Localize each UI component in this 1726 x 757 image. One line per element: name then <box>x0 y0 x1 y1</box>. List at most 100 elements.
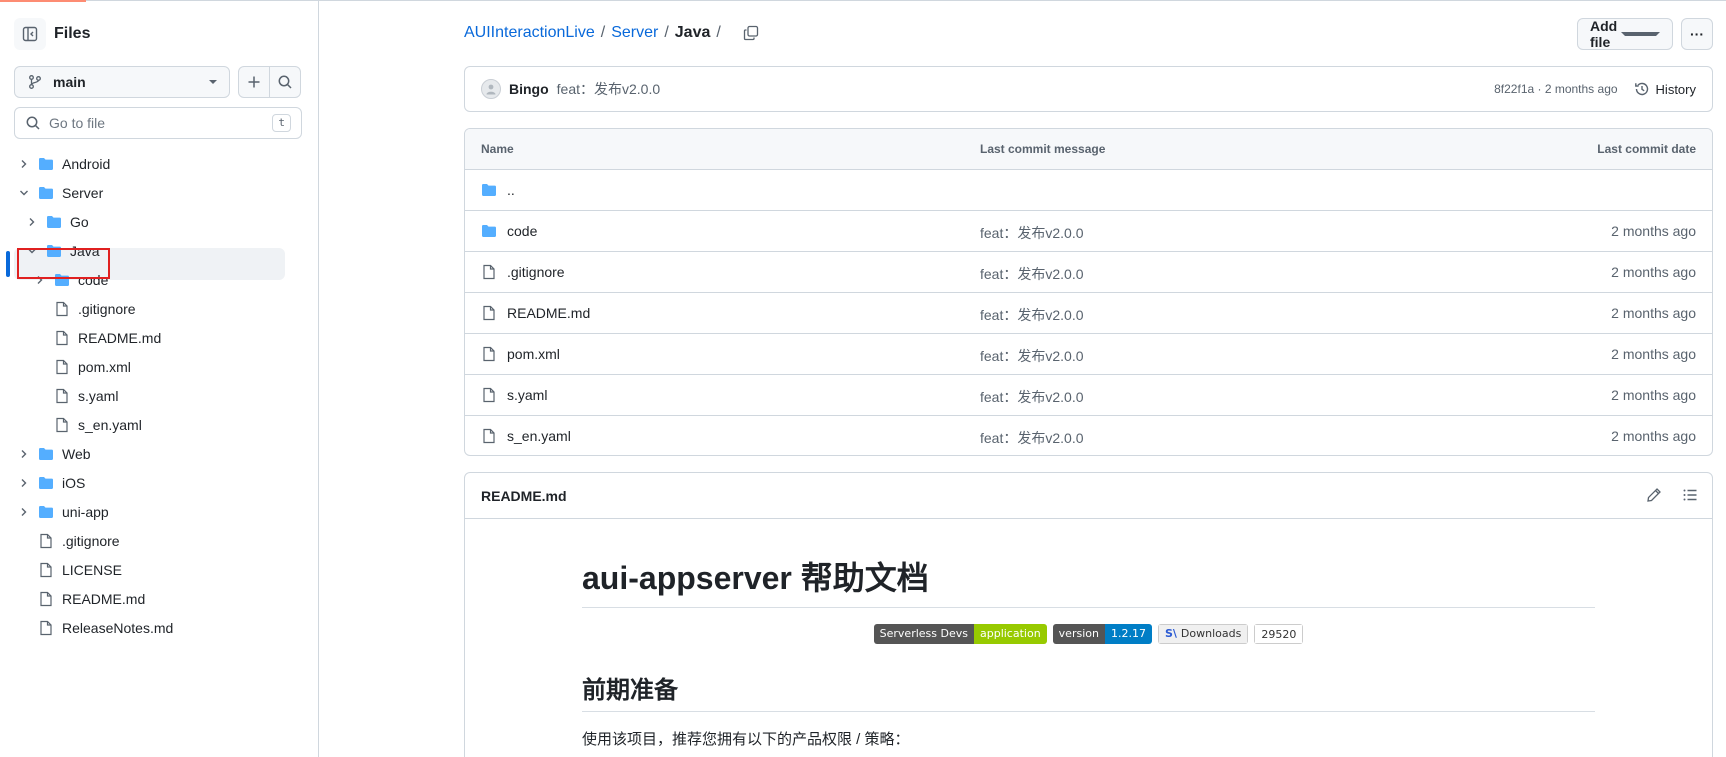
readme-heading-2: 前期准备 <box>582 670 1595 712</box>
table-row[interactable]: .gitignore feat：发布v2.0.0 2 months ago <box>465 252 1712 293</box>
serverless-badge[interactable]: Serverless Devs application <box>873 624 1047 644</box>
search-button[interactable] <box>269 66 301 98</box>
breadcrumb-separator: / <box>716 24 721 41</box>
tree-file-item[interactable]: s.yaml <box>32 381 118 411</box>
table-row[interactable]: pom.xml feat：发布v2.0.0 2 months ago <box>465 334 1712 375</box>
tree-item-icon <box>38 533 54 549</box>
downloads-badge[interactable]: S\ Downloads <box>1157 624 1249 644</box>
edit-readme-button[interactable] <box>1646 487 1662 503</box>
tree-item-label: uni-app <box>62 504 109 520</box>
file-icon <box>56 417 68 433</box>
table-row[interactable]: .. <box>465 170 1712 211</box>
downloads-label: Downloads <box>1180 627 1242 640</box>
user-icon <box>486 84 496 95</box>
copy-path-button[interactable] <box>743 25 759 41</box>
chevron-right-icon <box>29 218 35 226</box>
table-row[interactable]: s.yaml feat：发布v2.0.0 2 months ago <box>465 375 1712 416</box>
file-name-link[interactable]: .. <box>507 182 515 198</box>
row-icon <box>481 428 497 444</box>
file-icon <box>56 388 68 404</box>
tree-file-item[interactable]: LICENSE <box>16 555 122 585</box>
history-button[interactable]: History <box>1634 81 1696 97</box>
commit-message[interactable]: feat：发布v2.0.0 <box>557 79 661 99</box>
badge-label: version <box>1052 624 1105 644</box>
folder-icon <box>39 158 53 170</box>
tree-item-icon <box>38 156 54 172</box>
tree-toggle[interactable] <box>16 158 32 170</box>
tree-item-icon <box>38 504 54 520</box>
tree-file-item[interactable]: pom.xml <box>32 352 131 382</box>
commit-message-link[interactable]: feat：发布v2.0.0 <box>980 264 1084 284</box>
tree-item-icon <box>38 185 54 201</box>
tree-toggle[interactable] <box>16 448 32 460</box>
readme-heading-1: aui-appserver 帮助文档 <box>582 553 1595 608</box>
tree-toggle[interactable] <box>16 187 32 199</box>
commit-message-link[interactable]: feat：发布v2.0.0 <box>980 428 1084 448</box>
tree-folder-item[interactable]: uni-app <box>16 497 109 527</box>
chevron-down-icon <box>20 190 28 196</box>
commit-meta[interactable]: 8f22f1a · 2 months ago <box>1494 82 1617 96</box>
badge-label: S\ Downloads <box>1157 624 1249 644</box>
file-name-link[interactable]: code <box>507 223 537 239</box>
add-file-dropdown[interactable]: Add file <box>1577 18 1673 50</box>
tree-toggle[interactable] <box>16 477 32 489</box>
row-icon <box>481 305 497 321</box>
file-name-link[interactable]: README.md <box>507 305 590 321</box>
sidebar-collapse-icon <box>22 26 38 42</box>
commit-message-link[interactable]: feat：发布v2.0.0 <box>980 387 1084 407</box>
readme-title[interactable]: README.md <box>481 488 567 504</box>
commit-message-link[interactable]: feat：发布v2.0.0 <box>980 346 1084 366</box>
collapse-sidebar-button[interactable] <box>14 18 46 50</box>
folder-icon <box>482 225 496 237</box>
tree-file-item[interactable]: ReleaseNotes.md <box>16 613 173 643</box>
add-file-button[interactable] <box>238 66 270 98</box>
go-to-file-box[interactable]: t <box>14 107 302 139</box>
outline-button[interactable] <box>1682 487 1698 503</box>
tree-toggle[interactable] <box>16 506 32 518</box>
tree-toggle[interactable] <box>24 216 40 228</box>
chevron-right-icon <box>21 508 27 516</box>
file-icon <box>40 562 52 578</box>
file-name-link[interactable]: s.yaml <box>507 387 547 403</box>
sidebar-title: Files <box>54 25 91 42</box>
commit-author[interactable]: Bingo <box>509 81 549 97</box>
tree-item-label: Go <box>70 214 89 230</box>
tree-file-item[interactable]: .gitignore <box>16 526 120 556</box>
commit-message-link[interactable]: feat：发布v2.0.0 <box>980 305 1084 325</box>
tree-file-item[interactable]: README.md <box>32 323 161 353</box>
file-icon <box>483 428 495 444</box>
chevron-right-icon <box>21 160 27 168</box>
tree-file-item[interactable]: README.md <box>16 584 145 614</box>
tree-item-label: Android <box>62 156 111 172</box>
file-name-link[interactable]: s_en.yaml <box>507 428 571 444</box>
tree-folder-item[interactable]: iOS <box>16 468 85 498</box>
file-name-link[interactable]: .gitignore <box>507 264 565 280</box>
go-to-file-input[interactable] <box>49 115 273 131</box>
tree-folder-item[interactable]: Android <box>16 149 110 179</box>
downloads-count-badge[interactable]: 29520 <box>1254 624 1304 644</box>
tree-file-item[interactable]: s_en.yaml <box>32 410 142 440</box>
tree-file-item[interactable]: .gitignore <box>32 294 136 324</box>
badge-label: Serverless Devs <box>873 624 974 644</box>
table-row[interactable]: code feat：发布v2.0.0 2 months ago <box>465 211 1712 252</box>
breadcrumb-repo-link[interactable]: AUIInteractionLive <box>464 24 595 42</box>
tree-folder-item[interactable]: Server <box>16 178 103 208</box>
table-row[interactable]: s_en.yaml feat：发布v2.0.0 2 months ago <box>465 416 1712 455</box>
branch-selector[interactable]: main <box>14 66 230 98</box>
breadcrumb-folder-link[interactable]: Server <box>611 24 658 42</box>
file-icon <box>483 387 495 403</box>
version-badge[interactable]: version 1.2.17 <box>1052 624 1152 644</box>
tree-item-label: .gitignore <box>62 533 120 549</box>
tree-item-label: Web <box>62 446 91 462</box>
table-row[interactable]: README.md feat：发布v2.0.0 2 months ago <box>465 293 1712 334</box>
avatar[interactable] <box>481 79 501 99</box>
tree-item-label: LICENSE <box>62 562 122 578</box>
plus-icon <box>248 76 260 88</box>
more-options-button[interactable]: ··· <box>1681 18 1713 50</box>
tree-item-label: README.md <box>62 591 146 607</box>
commit-message-link[interactable]: feat：发布v2.0.0 <box>980 223 1084 243</box>
tree-folder-item[interactable]: Go <box>24 207 89 237</box>
tree-folder-item[interactable]: Web <box>16 439 91 469</box>
branch-name: main <box>53 74 86 90</box>
file-name-link[interactable]: pom.xml <box>507 346 560 362</box>
